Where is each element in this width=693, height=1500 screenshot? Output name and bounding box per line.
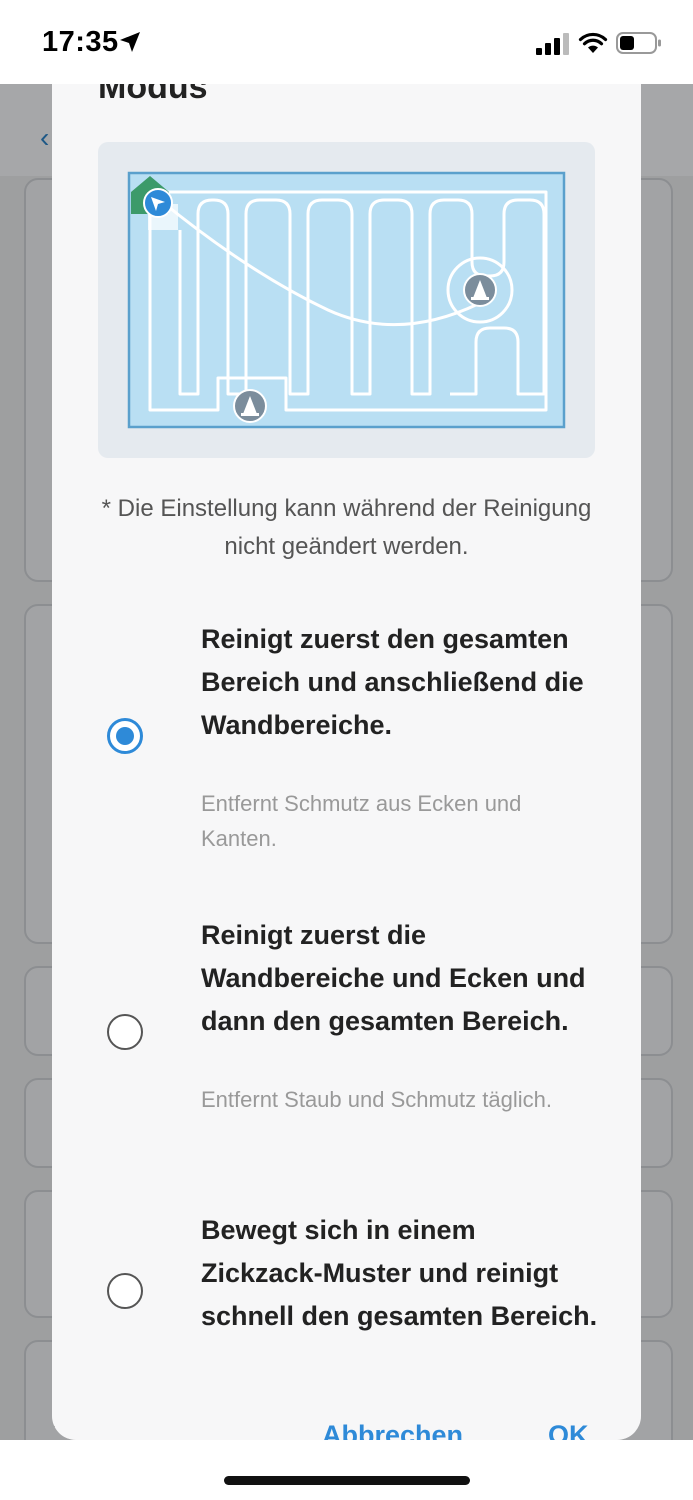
mode-option-title: Reinigt zuerst die Wandbereiche und Ecke… xyxy=(201,920,586,1036)
signal-icon xyxy=(536,33,569,55)
home-indicator-area xyxy=(0,1440,693,1500)
no-go-cone-icon xyxy=(233,389,267,423)
mode-option-subtitle: Entfernt Staub und Schmutz täglich. xyxy=(201,1087,552,1112)
room-map xyxy=(127,171,566,429)
location-arrow-icon xyxy=(120,32,140,52)
room-area xyxy=(127,171,566,429)
radio-button[interactable] xyxy=(107,1273,143,1309)
mode-option-title: Reinigt zuerst den gesamten Bereich und … xyxy=(201,624,584,740)
ok-button[interactable]: OK xyxy=(548,1420,589,1440)
radio-button-selected[interactable] xyxy=(107,718,143,754)
wifi-icon xyxy=(578,32,608,53)
mode-option-3[interactable]: Bewegt sich in einem Zickzack-Muster und… xyxy=(52,1209,641,1409)
dialog-actions: Abbrechen OK xyxy=(52,1420,641,1440)
robot-icon xyxy=(143,188,173,218)
status-bar: 17:35 xyxy=(0,0,693,84)
radio-button[interactable] xyxy=(107,1014,143,1050)
no-go-cone-icon xyxy=(463,273,497,307)
mode-option-subtitle: Entfernt Schmutz aus Ecken und Kanten. xyxy=(201,791,522,851)
status-time: 17:35 xyxy=(42,26,119,58)
screen: 17:35 ‹ I I a S I xyxy=(0,0,693,1500)
battery-icon xyxy=(616,32,661,54)
cleaning-path-illustration xyxy=(98,142,595,458)
mode-option-2[interactable]: Reinigt zuerst die Wandbereiche und Ecke… xyxy=(52,914,641,1164)
settings-note: * Die Einstellung kann während der Reini… xyxy=(101,495,592,560)
mode-option-title: Bewegt sich in einem Zickzack-Muster und… xyxy=(201,1215,598,1331)
mode-option-1[interactable]: Reinigt zuerst den gesamten Bereich und … xyxy=(52,618,641,868)
mode-dialog: Modus * Die Einstellung kann während der… xyxy=(52,50,641,1440)
cancel-button[interactable]: Abbrechen xyxy=(322,1420,463,1440)
home-indicator[interactable] xyxy=(224,1476,470,1485)
